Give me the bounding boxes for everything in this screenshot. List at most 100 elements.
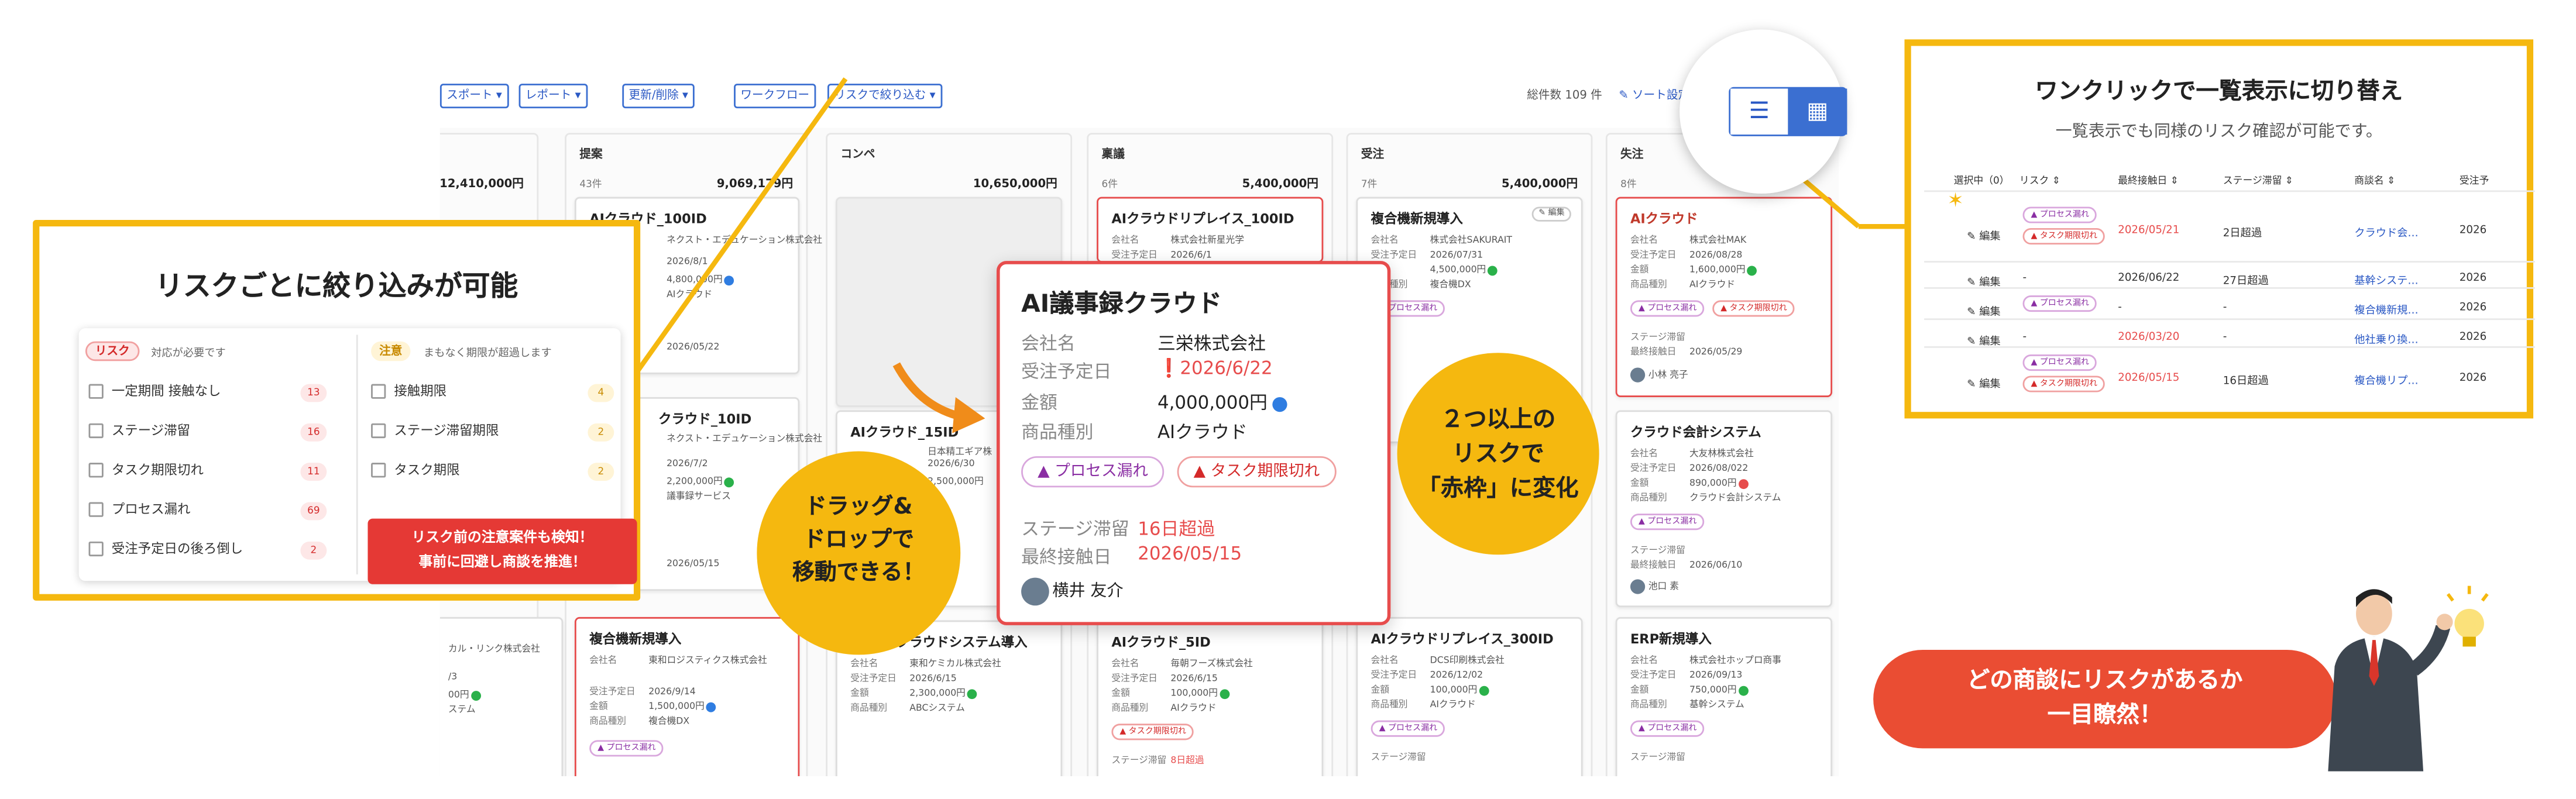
deal-link[interactable]: 複合機新規… bbox=[2354, 300, 2418, 316]
deal-card[interactable]: カル・リンク株式会社 /3 00円 ステム bbox=[439, 617, 564, 777]
count-badge: 2 bbox=[588, 463, 614, 481]
checkbox[interactable] bbox=[371, 423, 386, 439]
field-label: 金額 bbox=[1021, 392, 1057, 414]
checkbox[interactable] bbox=[371, 463, 386, 478]
banner-line: どの商談にリスクがあるか bbox=[1967, 667, 2243, 694]
deal-date: 2026/8/1 bbox=[667, 257, 708, 268]
warning-filter-item[interactable]: ステージ滞留期限 bbox=[371, 422, 499, 440]
deal-company: 三栄株式会社 bbox=[1157, 333, 1266, 355]
deal-card-risk[interactable]: 複合機新規導入 会社名 東和ロジスティクス株式会社 受注予定日 2026/9/14 … bbox=[574, 617, 800, 777]
risk-badge: リスク bbox=[85, 341, 140, 361]
edit-link[interactable]: ✎ 編集 bbox=[1967, 302, 2001, 318]
risk-tag-process: ▲ プロセス漏れ bbox=[1630, 720, 1705, 737]
column-header[interactable]: 受注予 bbox=[2460, 173, 2489, 187]
highlight-subtitle: 一覧表示でも同様のリスク確認が可能です。 bbox=[2055, 123, 2382, 142]
deal-card[interactable]: クラウド会計システム 会社名 大友林株式会社 受注予定日 2026/08/022 金… bbox=[1615, 410, 1833, 608]
checkbox[interactable] bbox=[88, 463, 104, 478]
order-date-cell: 2026 bbox=[2459, 371, 2487, 384]
deal-card-risk[interactable]: AIクラウド 会社名 株式会社MAK 受注予定日 2026/08/28 金額 1,60… bbox=[1615, 197, 1833, 397]
deal-product: AIクラウド bbox=[1689, 280, 1736, 291]
deal-link[interactable]: 他社乗り換… bbox=[2354, 330, 2418, 346]
report-button[interactable]: レポート ▾ bbox=[518, 84, 588, 109]
deal-title: AI議事録クラウド bbox=[1021, 288, 1222, 319]
field-label: 会社名 bbox=[589, 656, 617, 667]
deal-card[interactable]: AIクラウドリプレイス_300ID 会社名 DCS印刷株式会社 受注予定日 2026… bbox=[1356, 617, 1583, 777]
update-delete-button[interactable]: 更新/削除 ▾ bbox=[622, 84, 695, 109]
column-header[interactable]: 最終接触日 ⇕ bbox=[2118, 173, 2179, 187]
deal-card-risk[interactable]: AIクラウドリプレイス_100ID 会社名 株式会社新星光学 受注予定日 2026/… bbox=[1097, 197, 1324, 263]
field-label: 受注予定日 bbox=[1630, 251, 1677, 261]
deal-date: 2026/9/14 bbox=[648, 687, 696, 698]
column-header[interactable]: 商談名 ⇕ bbox=[2354, 173, 2395, 187]
stage-stay-cell: 27日超過 bbox=[2223, 274, 2269, 287]
warning-filter-item[interactable]: タスク期限 bbox=[371, 461, 460, 479]
deal-link[interactable]: 基幹システ… bbox=[2354, 271, 2418, 287]
risk-filter-item[interactable]: タスク期限切れ bbox=[88, 461, 204, 479]
deal-product: AIクラウド bbox=[667, 290, 713, 301]
export-button[interactable]: スポート ▾ bbox=[439, 84, 509, 109]
column-header[interactable]: リスク ⇕ bbox=[2019, 173, 2060, 187]
deal-last-contact: 2026/05/22 bbox=[667, 343, 720, 353]
deal-company: 株式会社新星光学 bbox=[1170, 236, 1244, 246]
grid-view-icon[interactable]: ▦ bbox=[1788, 88, 1847, 135]
highlight-title: リスクごとに絞り込みが可能 bbox=[155, 270, 518, 304]
risk-tag-task: ▲ タスク期限切れ bbox=[1111, 724, 1194, 741]
checkbox[interactable] bbox=[88, 423, 104, 439]
risk-tag-task: ▲ タスク期限切れ bbox=[1177, 456, 1337, 488]
deal-link[interactable]: クラウド会… bbox=[2354, 223, 2418, 239]
risk-filter-item[interactable]: プロセス漏れ bbox=[88, 501, 190, 519]
deal-title: AIクラウド_5ID bbox=[1111, 635, 1211, 650]
trend-flat-icon bbox=[1747, 265, 1757, 275]
checkbox[interactable] bbox=[88, 502, 104, 517]
count-badge: 2 bbox=[588, 423, 614, 442]
column-header[interactable]: 選択中（0） bbox=[1954, 173, 2010, 187]
risk-filter-item[interactable]: 受注予定日の後ろ倒し bbox=[88, 540, 243, 558]
deal-date: 2026/6/15 bbox=[909, 674, 957, 684]
warning-filter-item[interactable]: 接触期限 bbox=[371, 383, 446, 401]
edit-link[interactable]: ✎ 編集 bbox=[1967, 273, 2001, 288]
checkbox[interactable] bbox=[88, 384, 104, 399]
deal-title: AIクラウドリプレイス_100ID bbox=[1111, 211, 1294, 227]
checkbox[interactable] bbox=[371, 384, 386, 399]
field-label: 受注予定日 bbox=[1630, 671, 1677, 681]
risk-tag-task: ▲ タスク期限切れ bbox=[2022, 376, 2106, 392]
deal-date: /3 bbox=[448, 673, 458, 683]
order-date-cell: 2026 bbox=[2459, 270, 2487, 284]
deal-company: 株式会社SAKURAIT bbox=[1430, 236, 1513, 246]
checkbox[interactable] bbox=[88, 541, 104, 557]
field-label: 金額 bbox=[850, 689, 869, 700]
deal-title: ERP新規導入 bbox=[1630, 632, 1712, 647]
field-label: 商品種別 bbox=[1630, 280, 1667, 291]
risk-filter-button[interactable]: リスクで絞り込む ▾ bbox=[827, 84, 942, 109]
deal-link[interactable]: 複合機リプ… bbox=[2354, 371, 2418, 387]
deal-product: 複合機DX bbox=[1430, 280, 1471, 291]
risk-tag-task: ▲ タスク期限切れ bbox=[1712, 300, 1795, 317]
trend-flat-icon bbox=[1738, 685, 1749, 695]
deal-product: クラウド会計システム bbox=[1689, 494, 1781, 504]
workflow-button[interactable]: ワークフロー bbox=[734, 84, 816, 109]
field-label: 商品種別 bbox=[589, 717, 627, 727]
column-header[interactable]: ステージ滞留 ⇕ bbox=[2223, 173, 2293, 187]
deal-title: クラウド_10ID bbox=[658, 412, 752, 427]
deal-title: AIクラウド bbox=[1630, 211, 1698, 227]
edit-link[interactable]: ✎ 編集 bbox=[1967, 332, 2001, 347]
edit-link[interactable]: ✎ 編集 bbox=[1967, 226, 2001, 243]
sort-settings-link[interactable]: ✎ ソート設定 bbox=[1619, 87, 1689, 104]
dragged-deal-card[interactable]: AI議事録クラウド 会社名 三栄株式会社 受注予定日 ❗2026/6/22 金額… bbox=[996, 261, 1391, 625]
field-label: 商品種別 bbox=[1371, 700, 1408, 711]
order-date-cell: 2026 bbox=[2459, 223, 2487, 237]
field-label: 会社名 bbox=[1630, 656, 1658, 667]
deal-card[interactable]: ERP新規導入 会社名 株式会社ホップロ商事 受注予定日 2026/09/13 金額… bbox=[1615, 617, 1833, 777]
edit-button[interactable]: ✎ 編集 bbox=[1532, 206, 1571, 222]
deal-company: 株式会社ホップロ商事 bbox=[1689, 656, 1781, 667]
risk-filter-item[interactable]: 一定期間 接触なし bbox=[88, 383, 221, 401]
list-view-icon[interactable]: ☰ bbox=[1730, 88, 1788, 135]
risk-filter-item[interactable]: ステージ滞留 bbox=[88, 422, 190, 440]
deal-last-contact: 2026/05/15 bbox=[1138, 543, 1242, 565]
deal-card[interactable]: AIクラウド_5ID 会社名 毎朝フーズ株式会社 受注予定日 2026/6/15 金… bbox=[1097, 620, 1324, 777]
edit-link[interactable]: ✎ 編集 bbox=[1967, 374, 2001, 390]
deal-date: ❗2026/6/22 bbox=[1157, 357, 1273, 380]
deal-amount: 00円 bbox=[448, 688, 481, 701]
last-contact-cell: 2026/05/15 bbox=[2118, 371, 2180, 384]
view-toggle: ☰ ▦ bbox=[1729, 87, 1847, 136]
